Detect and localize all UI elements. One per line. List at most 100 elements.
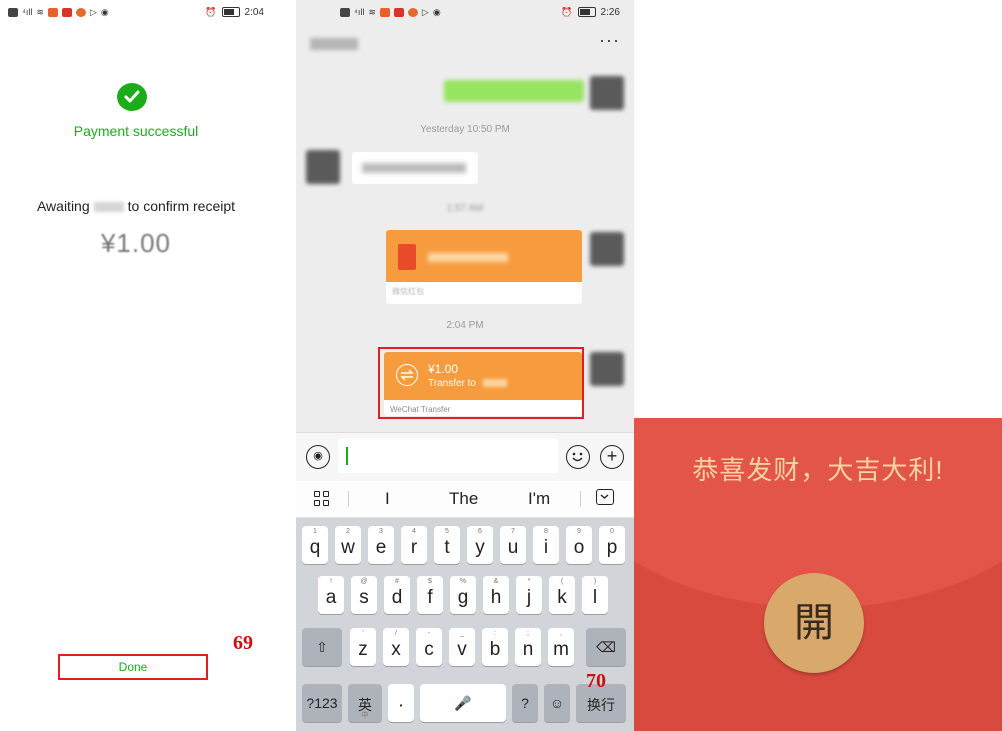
payment-success-screen: ⁴ıll ≋ ▷ ◉ ⏰ 2:04 Payment successful Awa…: [0, 0, 272, 731]
key-label: l: [592, 587, 598, 608]
alarm-icon: ⏰: [561, 6, 573, 17]
key-h[interactable]: & h: [483, 576, 509, 614]
key-label: u: [507, 537, 519, 558]
awaiting-prefix: Awaiting: [36, 198, 90, 214]
symbols-key[interactable]: ?123: [302, 684, 342, 722]
key-w[interactable]: 2w: [335, 526, 361, 564]
app-notification-icon: [407, 7, 418, 17]
my-avatar[interactable]: [590, 76, 624, 110]
key-s[interactable]: @ s: [351, 576, 377, 614]
key-label: e: [375, 537, 387, 558]
key-n[interactable]: ; n: [515, 628, 541, 666]
signal-icon: ⁴ıll: [22, 7, 33, 17]
key-label: p: [606, 537, 618, 558]
apps-grid-icon[interactable]: [314, 491, 330, 507]
space-key[interactable]: 🎤: [420, 684, 506, 722]
red-packet-open-screen: 恭喜发财，大吉大利! 開: [634, 418, 1002, 731]
key-k[interactable]: (k: [549, 576, 575, 614]
key-l[interactable]: ) l: [582, 576, 608, 614]
play-icon: ▷: [89, 6, 97, 17]
key-o[interactable]: 9o: [566, 526, 592, 564]
key-z[interactable]: ' z: [350, 628, 376, 666]
key-secondary-label: $: [428, 578, 432, 585]
dot-key[interactable]: ·: [388, 684, 414, 722]
contact-avatar[interactable]: [306, 150, 340, 184]
key-secondary-label: (: [560, 578, 564, 585]
key-j[interactable]: * j: [516, 576, 542, 614]
app-notification-icon: [75, 7, 86, 17]
key-label: i: [543, 537, 549, 558]
key-q[interactable]: 1q: [302, 526, 328, 564]
key-e[interactable]: 3e: [368, 526, 394, 564]
key-b[interactable]: :b: [482, 628, 508, 666]
success-check-icon: [117, 83, 147, 111]
shift-key[interactable]: ⇧: [302, 628, 342, 666]
key-p[interactable]: 0p: [599, 526, 625, 564]
key-v[interactable]: _ v: [449, 628, 475, 666]
location-icon: ◉: [432, 6, 441, 17]
key-secondary-label: @: [360, 578, 368, 585]
plus-icon[interactable]: +: [600, 445, 624, 469]
alarm-icon: ⏰: [205, 6, 217, 17]
my-avatar[interactable]: [590, 232, 624, 266]
step-annotation: 70: [586, 670, 606, 692]
app-notification-icon: [393, 7, 404, 17]
sent-message-bubble[interactable]: [444, 80, 584, 102]
emoji-icon[interactable]: [566, 445, 590, 469]
key-m[interactable]: ,m: [548, 628, 574, 666]
key-label: b: [489, 639, 501, 660]
done-button[interactable]: Done: [58, 654, 208, 680]
key-label: t: [444, 537, 450, 558]
play-icon: ▷: [421, 6, 429, 17]
key-label: k: [557, 587, 567, 608]
emoji-key[interactable]: ☺: [544, 684, 570, 722]
status-time: 2:26: [600, 6, 620, 18]
key-g[interactable]: % g: [450, 576, 476, 614]
key-label: x: [391, 639, 401, 660]
key-secondary-label: 5: [445, 528, 449, 535]
language-switch-key[interactable]: 中英: [348, 684, 382, 722]
app-notification-icon: [47, 7, 58, 17]
question-key[interactable]: ?: [512, 684, 538, 722]
received-message-bubble[interactable]: [352, 152, 478, 184]
key-f[interactable]: $ f: [417, 576, 443, 614]
key-label: j: [526, 587, 532, 608]
app-notification-icon: [61, 7, 72, 17]
battery-icon: [577, 7, 596, 17]
keyboard: 1q2w3e4r5t6y7u8i9o0p ! a @ s # d $ f% g & h * j(k) l …: [296, 518, 634, 731]
key-t[interactable]: 5t: [434, 526, 460, 564]
voice-input-icon[interactable]: ◉: [306, 445, 330, 469]
more-options-button[interactable]: ···: [599, 30, 620, 51]
key-d[interactable]: # d: [384, 576, 410, 614]
suggestion-item[interactable]: I: [385, 489, 390, 509]
red-packet-greeting: 恭喜发财，大吉大利!: [692, 455, 944, 485]
key-a[interactable]: ! a: [318, 576, 344, 614]
key-r[interactable]: 4r: [401, 526, 427, 564]
key-u[interactable]: 7u: [500, 526, 526, 564]
open-red-packet-button[interactable]: 開: [764, 573, 864, 673]
hd-icon: [8, 7, 18, 17]
signal-icon: ⁴ıll: [354, 7, 365, 17]
key-secondary-label: ,: [560, 630, 562, 637]
payment-amount: ¥1.00: [100, 228, 172, 258]
key-c[interactable]: -c: [416, 628, 442, 666]
backspace-key[interactable]: ⌫: [586, 628, 626, 666]
hd-icon: [340, 7, 350, 17]
status-bar: ⁴ıll ≋ ▷ ◉ ⏰ 2:26: [296, 0, 634, 24]
red-packet-message[interactable]: 微信红包: [386, 230, 582, 304]
chat-header: ···: [296, 24, 634, 66]
location-icon: ◉: [100, 6, 109, 17]
key-y[interactable]: 6y: [467, 526, 493, 564]
awaiting-confirmation-text: Awaiting to confirm receipt: [0, 198, 272, 214]
hide-keyboard-icon[interactable]: [596, 489, 614, 505]
message-input[interactable]: [338, 439, 558, 473]
back-button[interactable]: [310, 38, 358, 50]
my-avatar[interactable]: [590, 352, 624, 386]
suggestion-item[interactable]: I'm: [528, 489, 550, 509]
highlight-box: [378, 347, 584, 419]
key-secondary-label: 4: [412, 528, 416, 535]
key-label: z: [358, 639, 368, 660]
suggestion-item[interactable]: The: [449, 489, 478, 509]
key-i[interactable]: 8i: [533, 526, 559, 564]
key-x[interactable]: / x: [383, 628, 409, 666]
